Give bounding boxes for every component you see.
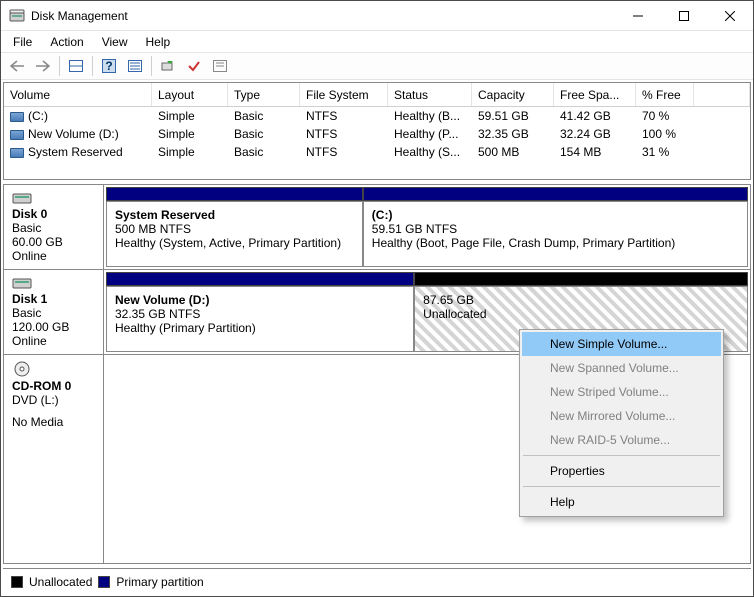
menu-new-mirrored-volume: New Mirrored Volume... [522, 404, 721, 428]
menu-new-raid5-volume: New RAID-5 Volume... [522, 428, 721, 452]
disk-info[interactable]: Disk 0 Basic 60.00 GB Online [4, 185, 104, 269]
window-title: Disk Management [31, 9, 615, 23]
col-status[interactable]: Status [388, 83, 472, 106]
col-capacity[interactable]: Capacity [472, 83, 554, 106]
disk-info[interactable]: Disk 1 Basic 120.00 GB Online [4, 270, 104, 354]
disk-management-window: Disk Management File Action View Help ? … [0, 0, 754, 597]
col-layout[interactable]: Layout [152, 83, 228, 106]
table-row[interactable]: System Reserved Simple Basic NTFS Health… [4, 143, 750, 161]
volume-list: Volume Layout Type File System Status Ca… [3, 82, 751, 180]
close-button[interactable] [707, 1, 753, 31]
col-volume[interactable]: Volume [4, 83, 152, 106]
list-icon[interactable] [123, 55, 147, 77]
help-icon[interactable]: ? [97, 55, 121, 77]
col-pctfree[interactable]: % Free [636, 83, 694, 106]
menu-new-simple-volume[interactable]: New Simple Volume... [522, 332, 721, 356]
menubar: File Action View Help [1, 31, 753, 52]
partition-system-reserved[interactable]: System Reserved 500 MB NTFS Healthy (Sys… [106, 201, 363, 267]
partition-d[interactable]: New Volume (D:) 32.35 GB NTFS Healthy (P… [106, 286, 414, 352]
view-split-icon[interactable] [64, 55, 88, 77]
table-header: Volume Layout Type File System Status Ca… [4, 83, 750, 107]
disk-info[interactable]: CD-ROM 0 DVD (L:) No Media [4, 355, 104, 563]
maximize-button[interactable] [661, 1, 707, 31]
svg-text:?: ? [105, 59, 112, 73]
forward-button[interactable] [31, 55, 55, 77]
drive-icon [10, 148, 24, 158]
menu-new-striped-volume: New Striped Volume... [522, 380, 721, 404]
disk-icon [12, 276, 32, 290]
titlebar: Disk Management [1, 1, 753, 31]
app-icon [9, 8, 25, 24]
menu-help[interactable]: Help [138, 33, 179, 51]
context-menu: New Simple Volume... New Spanned Volume.… [519, 329, 724, 517]
menu-help[interactable]: Help [522, 490, 721, 514]
legend-swatch-primary [98, 576, 110, 588]
drive-icon [10, 130, 24, 140]
menu-properties[interactable]: Properties [522, 459, 721, 483]
menu-action[interactable]: Action [42, 33, 91, 51]
settings-icon[interactable] [208, 55, 232, 77]
menu-view[interactable]: View [94, 33, 136, 51]
table-row[interactable]: New Volume (D:) Simple Basic NTFS Health… [4, 125, 750, 143]
cdrom-icon [12, 361, 32, 377]
legend: Unallocated Primary partition [3, 568, 751, 594]
col-free[interactable]: Free Spa... [554, 83, 636, 106]
disk-row: Disk 0 Basic 60.00 GB Online System Rese… [4, 185, 750, 270]
toolbar: ? [1, 52, 753, 80]
disk-icon [12, 191, 32, 205]
checkmark-icon[interactable] [182, 55, 206, 77]
menu-new-spanned-volume: New Spanned Volume... [522, 356, 721, 380]
table-row[interactable]: (C:) Simple Basic NTFS Healthy (B... 59.… [4, 107, 750, 125]
col-type[interactable]: Type [228, 83, 300, 106]
back-button[interactable] [5, 55, 29, 77]
minimize-button[interactable] [615, 1, 661, 31]
refresh-icon[interactable] [156, 55, 180, 77]
drive-icon [10, 112, 24, 122]
menu-file[interactable]: File [5, 33, 40, 51]
partition-c[interactable]: (C:) 59.51 GB NTFS Healthy (Boot, Page F… [363, 201, 748, 267]
col-filesystem[interactable]: File System [300, 83, 388, 106]
legend-swatch-unallocated [11, 576, 23, 588]
